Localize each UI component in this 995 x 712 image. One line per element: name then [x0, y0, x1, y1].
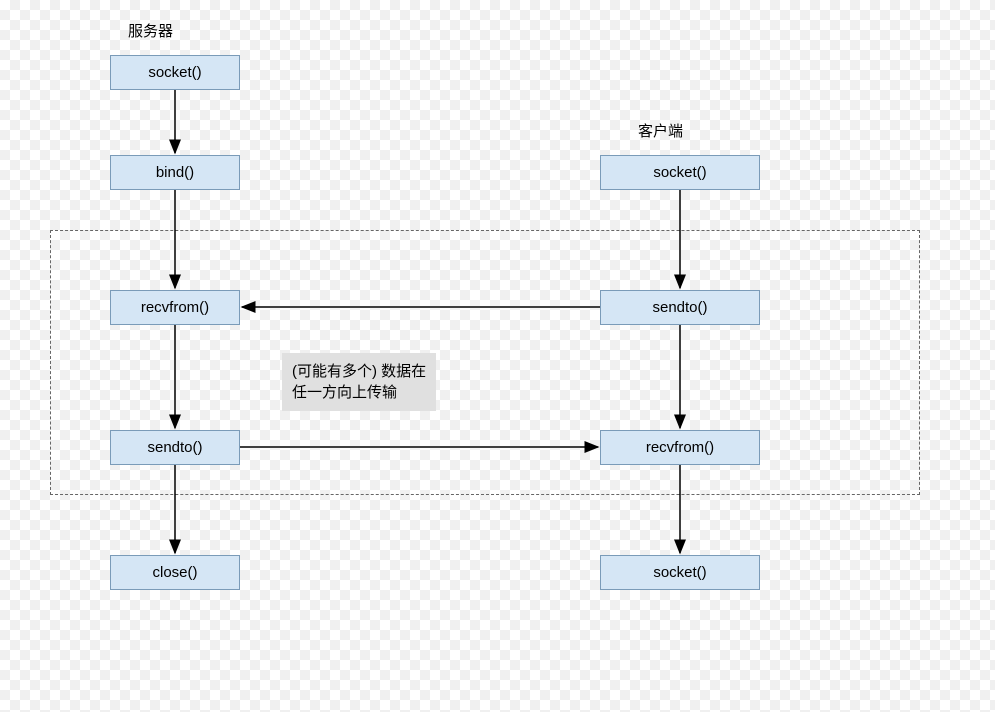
server-label: 服务器: [128, 20, 173, 41]
server-socket-node: socket(): [110, 55, 240, 90]
server-close-text: close(): [152, 564, 197, 581]
server-bind-node: bind(): [110, 155, 240, 190]
client-socket-top-text: socket(): [653, 164, 706, 181]
server-close-node: close(): [110, 555, 240, 590]
client-label: 客户端: [638, 120, 683, 141]
client-socket-bottom-text: socket(): [653, 564, 706, 581]
client-socket-top-node: socket(): [600, 155, 760, 190]
client-socket-bottom-node: socket(): [600, 555, 760, 590]
dashed-container: [50, 230, 920, 495]
server-bind-text: bind(): [156, 164, 194, 181]
server-socket-text: socket(): [148, 64, 201, 81]
